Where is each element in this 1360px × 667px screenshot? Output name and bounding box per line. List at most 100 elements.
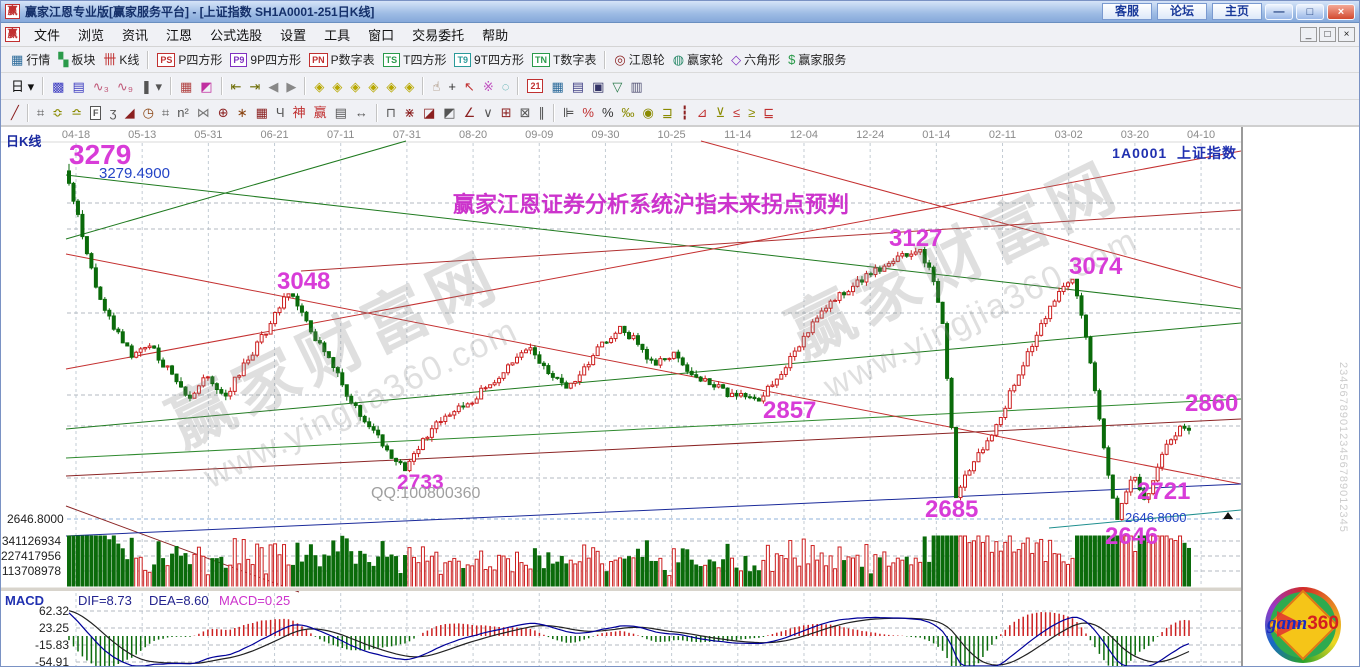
quotes-button[interactable]: ▦ 行情 xyxy=(7,50,54,69)
export-button[interactable]: ▽ xyxy=(608,78,626,95)
permille-tool[interactable]: ‰ xyxy=(618,104,639,121)
angle-up-tool[interactable]: ⊿ xyxy=(693,104,712,121)
period-day-button[interactable]: 日 ▾ xyxy=(7,78,38,95)
last-bar-button[interactable]: ⇥ xyxy=(246,78,265,95)
mdi-close-button[interactable]: × xyxy=(1338,27,1355,42)
menu-window[interactable]: 窗口 xyxy=(359,23,403,46)
percent-retrace-tool[interactable]: % xyxy=(578,104,598,121)
gold-line-tool[interactable]: ⊒ xyxy=(658,104,677,121)
zigzag-line-tool[interactable]: ∨ xyxy=(479,104,497,121)
shen-tool[interactable]: 神 xyxy=(289,104,310,121)
p-square-button[interactable]: PS P四方形 xyxy=(153,50,226,69)
angle-line-tool[interactable]: ∠ xyxy=(460,104,480,121)
price-ruler-tool[interactable]: ⌗ xyxy=(158,104,173,121)
shade-box-2-tool[interactable]: ◩ xyxy=(439,104,459,121)
gann-diamond-6-button[interactable]: ◈ xyxy=(400,78,418,95)
menu-formula-picker[interactable]: 公式选股 xyxy=(201,23,271,46)
menu-settings[interactable]: 设置 xyxy=(271,23,315,46)
gann-diamond-3-button[interactable]: ◈ xyxy=(346,78,364,95)
first-bar-button[interactable]: ⇤ xyxy=(227,78,246,95)
next-bar-button[interactable]: ▶ xyxy=(282,78,300,95)
angle-cross-tool[interactable]: ⋈ xyxy=(193,104,214,121)
gann-grid-tool[interactable]: ▦ xyxy=(252,104,272,121)
mdi-minimize-button[interactable]: _ xyxy=(1300,27,1317,42)
wave-mark-tool[interactable]: Ч xyxy=(272,104,289,121)
menu-gann[interactable]: 江恩 xyxy=(157,23,201,46)
prev-bar-button[interactable]: ◀ xyxy=(264,78,282,95)
p9-square-button[interactable]: P9 9P四方形 xyxy=(226,50,305,69)
restore-button[interactable]: □ xyxy=(1296,3,1324,20)
support-button[interactable]: 客服 xyxy=(1101,3,1152,20)
menu-news[interactable]: 资讯 xyxy=(113,23,157,46)
crosshair-tool-button[interactable]: + xyxy=(444,78,460,95)
notes-button[interactable]: ▤ xyxy=(568,78,588,95)
hand-tool-button[interactable]: ☝ xyxy=(428,78,444,95)
kline-button[interactable]: 卌 K线 xyxy=(99,50,143,69)
magnet-tool-button[interactable]: ※ xyxy=(479,78,498,95)
mdi-restore-button[interactable]: □ xyxy=(1319,27,1336,42)
save-button[interactable]: ▣ xyxy=(588,78,608,95)
calendar-button[interactable]: 21 xyxy=(523,78,547,94)
t-number-table-button[interactable]: TN T数字表 xyxy=(528,50,600,69)
n-square-tool[interactable]: n² xyxy=(173,104,193,121)
ray-fan-tool[interactable]: ⋇ xyxy=(400,104,419,121)
color-chart-button[interactable]: ◩ xyxy=(196,78,216,95)
menu-file[interactable]: 文件 xyxy=(25,23,69,46)
angle-down-tool[interactable]: ⊻ xyxy=(711,104,729,121)
minimize-button[interactable]: — xyxy=(1265,3,1293,20)
forum-button[interactable]: 论坛 xyxy=(1156,3,1207,20)
t-square-button[interactable]: TS T四方形 xyxy=(379,50,451,69)
hexagon-button[interactable]: ◇ 六角形 xyxy=(727,50,784,69)
candle-style-button[interactable]: ❚ ▾ xyxy=(137,78,166,95)
gann-diamond-1-button[interactable]: ◈ xyxy=(310,78,328,95)
shade-box-1-tool[interactable]: ◪ xyxy=(419,104,439,121)
fibonacci-tool[interactable]: F xyxy=(86,105,106,121)
slope-le-tool[interactable]: ≤ xyxy=(729,104,744,121)
calculator-button[interactable]: ▦ xyxy=(547,78,567,95)
menu-browse[interactable]: 浏览 xyxy=(69,23,113,46)
span-tool[interactable]: ↔ xyxy=(351,104,372,121)
region-tool-button[interactable]: ◌ xyxy=(498,78,514,95)
macd-indicator-label[interactable]: MACD xyxy=(5,593,44,608)
wave9-button[interactable]: ∿₉ xyxy=(113,78,137,95)
band-tool[interactable]: ⊑ xyxy=(759,104,778,121)
percent-tool[interactable]: % xyxy=(598,104,618,121)
gann-clock-tool[interactable]: ◷ xyxy=(139,104,158,121)
gold-circle-tool[interactable]: ◉ xyxy=(639,104,658,121)
winner-service-button[interactable]: $ 赢家服务 xyxy=(784,50,850,69)
parallel-lines-tool[interactable]: ∥ xyxy=(535,104,550,121)
grid-box-2-tool[interactable]: ⊠ xyxy=(516,104,535,121)
menu-help[interactable]: 帮助 xyxy=(473,23,517,46)
draw-pen-tool[interactable]: ╱ xyxy=(7,104,23,121)
gann-wheel-button[interactable]: ◎ 江恩轮 xyxy=(610,50,668,69)
gold-ratio-2-tool[interactable]: ≏ xyxy=(67,104,86,121)
frame-tool[interactable]: ⊓ xyxy=(382,104,400,121)
menu-trade[interactable]: 交易委托 xyxy=(403,23,473,46)
gann-circle-tool[interactable]: ⊕ xyxy=(214,104,233,121)
price-mark-tool[interactable]: ┇ xyxy=(677,104,693,121)
grid-box-1-tool[interactable]: ⊞ xyxy=(497,104,516,121)
sectors-button[interactable]: ▚ 板块 xyxy=(54,50,99,69)
gann-diamond-5-button[interactable]: ◈ xyxy=(382,78,400,95)
menu-tools[interactable]: 工具 xyxy=(315,23,359,46)
gann-ruler-tool[interactable]: ⌗ xyxy=(33,104,48,121)
grid123-tool[interactable]: ▤ xyxy=(331,104,351,121)
info-doc-button[interactable]: ▤ xyxy=(68,78,88,95)
scale-tool[interactable]: ⊫ xyxy=(559,104,578,121)
winner-wheel-button[interactable]: ◍ 赢家轮 xyxy=(669,50,727,69)
stock-diagram-button[interactable]: ▦ xyxy=(176,78,196,95)
gold-ratio-1-tool[interactable]: ≎ xyxy=(48,104,67,121)
close-button[interactable]: × xyxy=(1327,3,1355,20)
t9-square-button[interactable]: T9 9T四方形 xyxy=(450,50,528,69)
slope-ge-tool[interactable]: ≥ xyxy=(744,104,759,121)
home-button[interactable]: 主页 xyxy=(1211,3,1262,20)
gann-diamond-2-button[interactable]: ◈ xyxy=(328,78,346,95)
zigzag-chart-button[interactable]: ▩ xyxy=(48,78,68,95)
win-tool[interactable]: 赢 xyxy=(310,104,331,121)
p-number-table-button[interactable]: PN P数字表 xyxy=(305,50,379,69)
wave3-button[interactable]: ∿₃ xyxy=(89,78,113,95)
pointer-tool-button[interactable]: ↖ xyxy=(460,78,479,95)
gann-diamond-4-button[interactable]: ◈ xyxy=(364,78,382,95)
print-button[interactable]: ▥ xyxy=(626,78,646,95)
mark-tool[interactable]: ◢ xyxy=(121,104,139,121)
